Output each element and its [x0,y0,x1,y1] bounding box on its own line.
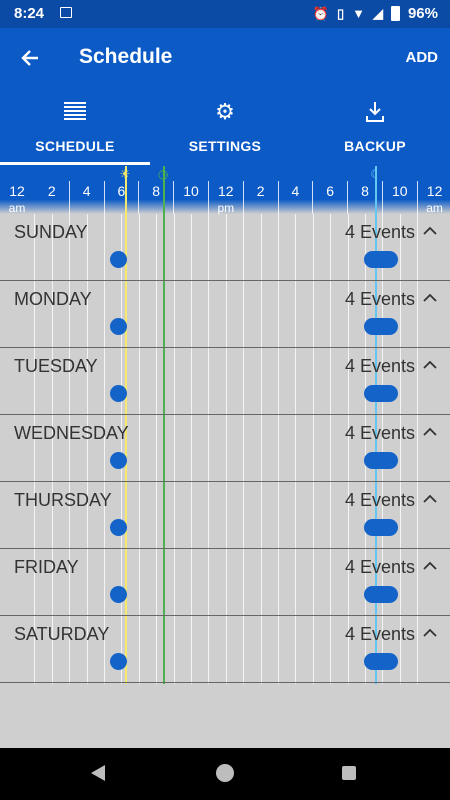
hour-label: 12 [218,183,234,199]
download-icon [300,100,450,128]
system-nav-bar [0,748,450,800]
event-range-marker[interactable] [363,452,398,469]
chevron-up-icon[interactable] [423,425,437,439]
nav-recents-icon[interactable] [342,766,356,780]
hour-tick [208,181,209,214]
day-row-saturday[interactable]: SATURDAY 4 Events [0,616,450,683]
app-bar: Schedule ADD [0,28,450,88]
gear-icon: ⚙ [215,99,235,124]
day-row-friday[interactable]: FRIDAY 4 Events [0,549,450,616]
chevron-up-icon[interactable] [423,559,437,573]
event-range-marker[interactable] [363,653,398,670]
hour-tick [382,181,383,214]
hour-tick [138,181,140,214]
vibrate-icon: ▯ [336,5,345,21]
hour-sub-label: pm [217,201,235,215]
hour-label: 12 [426,183,443,199]
day-row-sunday[interactable]: SUNDAY 4 Events [0,214,450,281]
chevron-up-icon[interactable] [423,291,437,305]
hour-label: 4 [291,183,300,199]
event-range-marker[interactable] [363,385,398,402]
tab-indicator [0,162,150,165]
events-count: 4 Events [344,423,415,443]
event-marker[interactable] [109,452,127,469]
battery-percent: 96% [407,5,438,22]
hour-label: 10 [183,183,199,199]
event-marker[interactable] [109,519,127,536]
day-row-tuesday[interactable]: TUESDAY 4 Events [0,348,450,415]
day-name: TUESDAY [14,356,98,376]
day-name: MONDAY [14,289,92,309]
day-name: SATURDAY [14,624,110,644]
chevron-up-icon[interactable] [423,492,437,506]
status-icons: ⏰ ▯ ▼ ◢ 96% [313,5,438,22]
hour-tick [242,181,244,214]
status-bar: 8:24 ⏰ ▯ ▼ ◢ 96% [0,0,450,28]
hour-label: 6 [326,183,335,199]
back-arrow-icon[interactable] [14,42,46,74]
schedule-grid: SUNDAY 4 Events MONDAY 4 Events TUESDAY 4 Eve… [0,166,450,684]
events-count: 4 Events [344,490,415,510]
day-name: FRIDAY [14,557,79,577]
event-range-marker[interactable] [363,318,398,335]
event-marker[interactable] [109,385,127,402]
chevron-up-icon[interactable] [423,358,437,372]
hour-tick [277,181,279,214]
hour-label: 2 [47,183,56,199]
status-time: 8:24 [14,5,45,22]
hour-tick [312,181,314,214]
hour-tick [103,181,105,214]
tab-settings[interactable]: ⚙ SETTINGS [150,88,300,166]
hour-label: 4 [82,183,91,199]
events-count: 4 Events [344,624,415,644]
events-count: 4 Events [344,289,415,309]
event-range-marker[interactable] [363,251,398,268]
signal-icon: ◢ [372,5,383,21]
events-count: 4 Events [344,557,415,577]
hour-sub-label: am [426,201,443,215]
tab-bar: SCHEDULE ⚙ SETTINGS BACKUP [0,88,450,166]
tab-backup-label: BACKUP [344,138,406,154]
hour-tick [416,181,418,214]
battery-icon [390,6,400,21]
hour-sub-label: am [8,201,26,215]
day-row-monday[interactable]: MONDAY 4 Events [0,281,450,348]
page-title: Schedule [79,45,173,68]
event-marker[interactable] [109,653,127,670]
day-row-thursday[interactable]: THURSDAY 4 Events [0,482,450,549]
hour-tick [173,181,175,214]
day-name: SUNDAY [14,222,88,242]
events-count: 4 Events [344,222,415,242]
hour-timeline: 12am24681012pm24681012am☀◷☾ [0,166,450,215]
tab-schedule-label: SCHEDULE [35,138,115,154]
day-name: THURSDAY [14,490,112,510]
hour-tick [68,181,70,214]
alarm-icon: ⏰ [312,5,329,21]
list-lines-icon [64,102,86,122]
event-marker[interactable] [109,586,127,603]
event-range-marker[interactable] [363,586,398,603]
add-button[interactable]: ADD [406,49,439,66]
day-name: WEDNESDAY [14,423,129,443]
wifi-icon: ▼ [352,6,365,21]
chevron-up-icon[interactable] [423,224,437,238]
day-row-wednesday[interactable]: WEDNESDAY 4 Events [0,415,450,482]
hour-label: 2 [256,183,265,199]
event-marker[interactable] [109,318,127,335]
hour-label: 6 [117,183,126,199]
nav-home-icon[interactable] [216,764,234,782]
events-count: 4 Events [344,356,415,376]
event-range-marker[interactable] [363,519,398,536]
tab-schedule[interactable]: SCHEDULE [0,88,150,166]
hour-label: 8 [152,183,161,199]
image-notification-icon [60,7,72,18]
event-marker[interactable] [109,251,127,268]
hour-label: 10 [392,183,408,199]
chevron-up-icon[interactable] [423,626,437,640]
tab-settings-label: SETTINGS [188,138,262,154]
hour-tick [347,181,349,214]
nav-back-icon[interactable] [91,765,105,781]
tab-backup[interactable]: BACKUP [300,88,450,166]
hour-label: 12 [9,183,25,199]
